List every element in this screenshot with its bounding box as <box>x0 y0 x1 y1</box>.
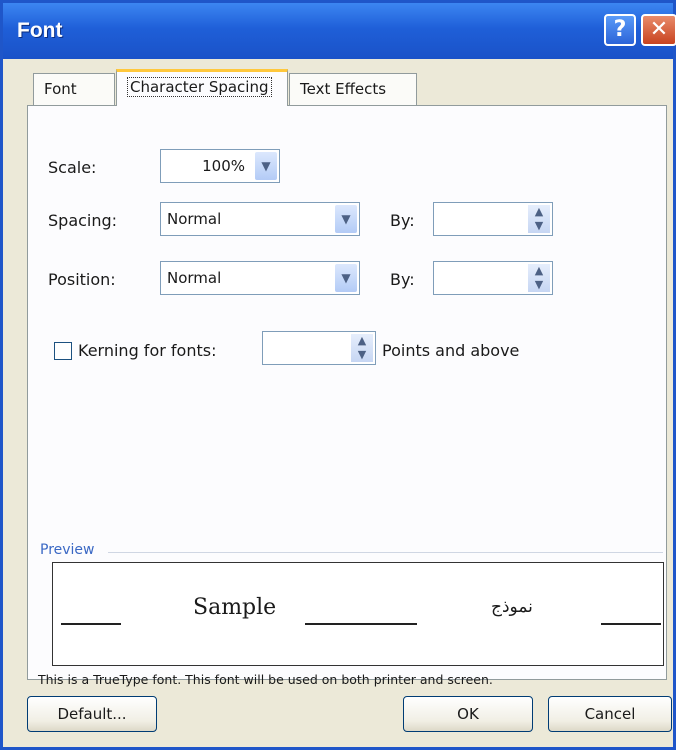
preview-rule-left <box>61 623 121 625</box>
tab-font-label: Font <box>44 80 77 98</box>
preview-arabic-sample: نموذج <box>491 597 533 617</box>
position-by-label: By: <box>390 270 415 289</box>
help-icon[interactable]: ? <box>604 14 636 46</box>
spacing-by-label: By: <box>390 211 415 230</box>
default-button[interactable]: Default... <box>27 696 157 732</box>
truetype-note: This is a TrueType font. This font will … <box>38 672 493 687</box>
ok-button[interactable]: OK <box>403 696 533 732</box>
preview-box: Sample نموذج <box>52 562 664 666</box>
position-by-field[interactable]: ▲ ▼ <box>433 261 553 295</box>
character-spacing-panel: Scale: 100% ▼ Spacing: Normal ▼ By: ▲ ▼ P… <box>27 105 667 687</box>
kerning-label[interactable]: Kerning for fonts: <box>78 341 216 360</box>
preview-label: Preview <box>40 542 95 558</box>
spacing-label: Spacing: <box>48 211 118 230</box>
preview-rule-middle <box>305 623 417 625</box>
preview-sample-text: Sample <box>193 595 277 620</box>
tab-text-effects[interactable]: Text Effects <box>289 73 417 105</box>
cancel-button[interactable]: Cancel <box>548 696 672 732</box>
chevron-down-icon[interactable]: ▼ <box>335 205 357 233</box>
spinner-icon[interactable]: ▲ ▼ <box>528 205 550 233</box>
spinner-icon[interactable]: ▲ ▼ <box>528 264 550 292</box>
kerning-checkbox[interactable] <box>54 342 72 360</box>
position-label: Position: <box>48 270 116 289</box>
font-dialog: Font ? ✕ Font Character Spacing Text Eff… <box>0 0 676 750</box>
scale-label: Scale: <box>48 158 97 177</box>
position-select[interactable]: Normal ▼ <box>160 261 360 295</box>
title-bar[interactable]: Font ? ✕ <box>3 3 676 59</box>
preview-rule-right <box>601 623 661 625</box>
scale-value: 100% <box>202 157 245 175</box>
chevron-down-icon[interactable]: ▼ <box>255 152 277 180</box>
kerning-points-field[interactable]: ▲ ▼ <box>262 331 376 365</box>
scale-select[interactable]: 100% ▼ <box>160 149 280 183</box>
tab-text-effects-label: Text Effects <box>300 80 387 98</box>
chevron-down-icon[interactable]: ▼ <box>335 264 357 292</box>
tab-character-spacing-label: Character Spacing <box>127 77 272 97</box>
spacing-select[interactable]: Normal ▼ <box>160 202 360 236</box>
tab-font[interactable]: Font <box>33 73 115 105</box>
position-value: Normal <box>167 269 222 287</box>
close-icon[interactable]: ✕ <box>641 14 676 46</box>
spacing-value: Normal <box>167 210 222 228</box>
kerning-suffix: Points and above <box>382 341 520 360</box>
tab-character-spacing[interactable]: Character Spacing <box>116 69 288 106</box>
spinner-icon[interactable]: ▲ ▼ <box>351 334 373 362</box>
preview-divider <box>108 552 663 553</box>
window-title: Font <box>17 19 63 42</box>
spacing-by-field[interactable]: ▲ ▼ <box>433 202 553 236</box>
